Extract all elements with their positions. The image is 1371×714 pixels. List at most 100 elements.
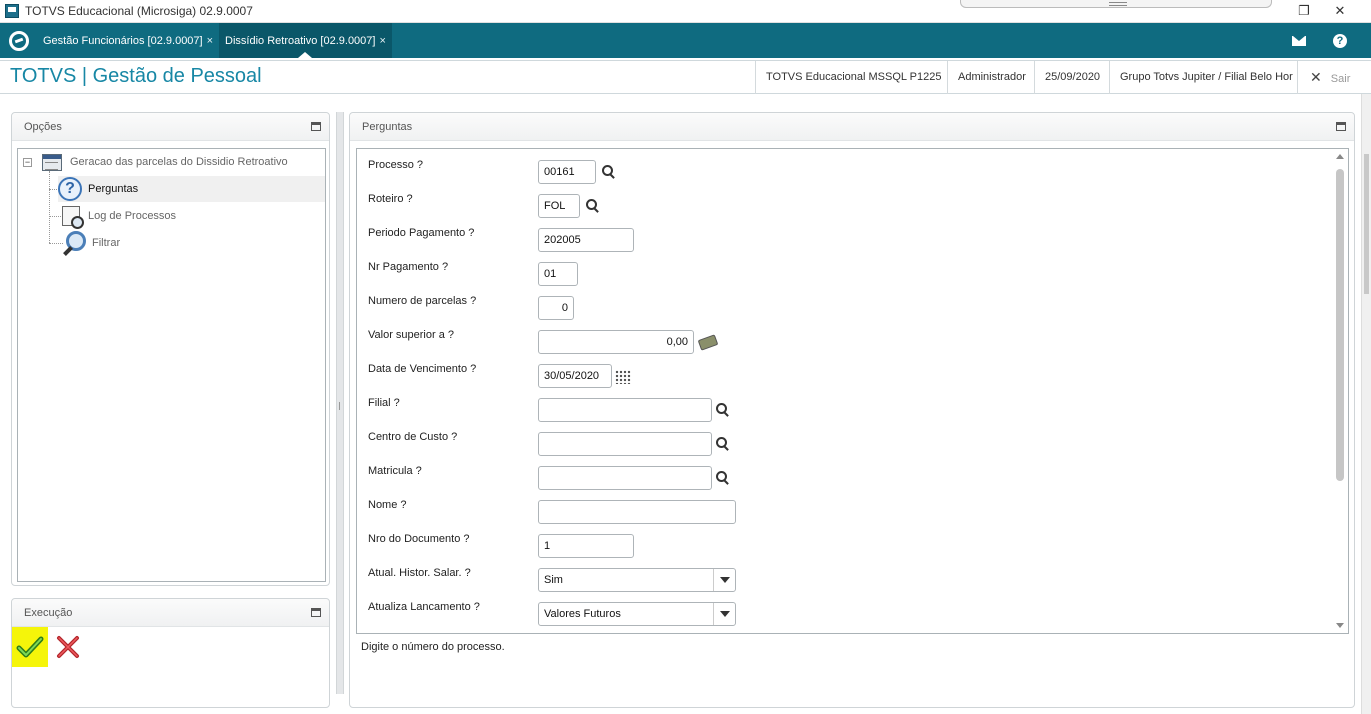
form-scrollbar[interactable] (1333, 150, 1347, 632)
checkmark-icon (16, 636, 44, 658)
tree-connector (49, 171, 50, 243)
tab-label: Dissídio Retroativo [02.9.0007] (225, 34, 376, 47)
user-label: Administrador (947, 61, 1036, 94)
field-label: Nome ? (368, 499, 407, 511)
chevron-down-icon[interactable] (713, 569, 735, 591)
search-icon[interactable] (716, 403, 730, 417)
form-icon (42, 153, 62, 171)
page-scroll-thumb[interactable] (1364, 154, 1369, 294)
log-icon (62, 206, 84, 229)
questions-panel-title: Perguntas (362, 121, 413, 133)
execution-panel-title: Execução (24, 607, 73, 619)
scroll-down-icon[interactable] (1336, 623, 1344, 628)
tree-item-label: Perguntas (88, 183, 139, 195)
field-label: Atualiza Lancamento ? (368, 601, 480, 613)
tree-item-label: Log de Processos (88, 210, 177, 222)
options-tree: − Geracao das parcelas do Dissidio Retro… (17, 148, 326, 582)
field-label: Processo ? (368, 159, 424, 171)
tree-root-label: Geracao das parcelas do Dissidio Retroat… (70, 156, 288, 168)
close-tab-icon[interactable]: × (207, 35, 213, 47)
cancel-x-icon (57, 636, 79, 658)
confirm-button[interactable] (12, 627, 48, 667)
minimize-panel-icon[interactable] (311, 608, 321, 617)
execution-panel: Execução (11, 598, 330, 708)
app-icon (5, 4, 19, 18)
window-titlebar: TOTVS Educacional (Microsiga) 02.9.0007 … (0, 0, 1371, 23)
close-tab-icon[interactable]: × (379, 35, 385, 47)
field-label: Nr Pagamento ? (368, 261, 449, 273)
centro-de-custo-input[interactable] (538, 432, 712, 456)
execution-panel-header: Execução (12, 599, 329, 627)
options-panel-header: Opções (12, 113, 329, 141)
tree-item-perguntas[interactable]: ? Perguntas (58, 176, 325, 202)
atual-histor-salar-select[interactable]: Sim (538, 568, 736, 592)
valor-superior-input[interactable]: 0,00 (538, 330, 694, 354)
numero-parcelas-input[interactable]: 0 (538, 296, 574, 320)
select-value: Valores Futuros (544, 608, 621, 620)
date-label: 25/09/2020 (1034, 61, 1110, 94)
periodo-pagamento-input[interactable]: 202005 (538, 228, 634, 252)
page-scrollbar[interactable] (1361, 94, 1371, 714)
scroll-thumb[interactable] (1336, 169, 1344, 481)
filial-input[interactable] (538, 398, 712, 422)
field-label: Filial ? (368, 397, 400, 409)
questions-form: Processo ? 00161 Roteiro ? FOL Periodo P… (356, 148, 1349, 634)
field-label: Atual. Histor. Salar. ? (368, 567, 471, 579)
panel-splitter[interactable] (336, 112, 344, 694)
data-vencimento-input[interactable]: 30/05/2020 (538, 364, 612, 388)
questions-panel-header: Perguntas (350, 113, 1354, 141)
field-label: Periodo Pagamento ? (368, 227, 475, 239)
tree-item-filtrar[interactable]: Filtrar (62, 230, 322, 256)
options-panel: Opções − Geracao das parcelas do Dissidi… (11, 112, 330, 586)
company-label: Grupo Totvs Jupiter / Filial Belo Hor (1109, 61, 1303, 94)
window-title: TOTVS Educacional (Microsiga) 02.9.0007 (25, 4, 253, 18)
cancel-button[interactable] (50, 627, 86, 667)
select-value: Sim (544, 574, 563, 586)
nome-input[interactable] (538, 500, 736, 524)
app-header: TOTVS | Gestão de Pessoal TOTVS Educacio… (0, 60, 1371, 94)
logout-button[interactable]: ✕ Sair (1297, 61, 1371, 94)
atualiza-lancamento-select[interactable]: Valores Futuros (538, 602, 736, 626)
field-label: Data de Vencimento ? (368, 363, 477, 375)
totvs-logo-icon[interactable] (9, 30, 29, 51)
calendar-icon[interactable] (615, 370, 631, 384)
close-window-icon[interactable]: ✕ (1318, 0, 1362, 23)
field-label: Matricula ? (368, 465, 422, 477)
tab-label: Gestão Funcionários [02.9.0007] (43, 34, 203, 47)
tab-dissidio-retroativo[interactable]: Dissídio Retroativo [02.9.0007] × (219, 23, 392, 58)
matricula-input[interactable] (538, 466, 712, 490)
roteiro-input[interactable]: FOL (538, 194, 580, 218)
tree-item-log-de-processos[interactable]: Log de Processos (62, 203, 322, 229)
scroll-up-icon[interactable] (1336, 154, 1344, 159)
minimize-panel-icon[interactable] (311, 122, 321, 131)
nr-pagamento-input[interactable]: 01 (538, 262, 578, 286)
logout-label: Sair (1330, 73, 1351, 85)
minimize-panel-icon[interactable] (1336, 122, 1346, 131)
search-icon[interactable] (716, 437, 730, 451)
field-label: Numero de parcelas ? (368, 295, 477, 307)
options-panel-title: Opções (24, 121, 62, 133)
question-icon: ? (58, 177, 82, 201)
environment-label: TOTVS Educacional MSSQL P1225 (755, 61, 951, 94)
tree-root-item[interactable]: Geracao das parcelas do Dissidio Retroat… (42, 149, 322, 175)
field-label: Centro de Custo ? (368, 431, 458, 443)
search-icon[interactable] (602, 165, 616, 179)
mail-button[interactable] (1292, 23, 1324, 58)
search-icon[interactable] (586, 199, 600, 213)
help-button[interactable]: ? (1333, 23, 1365, 58)
logout-icon: ✕ (1310, 69, 1322, 85)
mail-icon (1292, 35, 1306, 46)
field-label: Roteiro ? (368, 193, 413, 205)
resize-grip[interactable] (960, 0, 1272, 8)
tab-gestao-funcionarios[interactable]: Gestão Funcionários [02.9.0007] × (37, 23, 219, 58)
processo-input[interactable]: 00161 (538, 160, 596, 184)
field-hint: Digite o número do processo. (361, 641, 505, 653)
calculator-money-icon[interactable] (697, 334, 719, 351)
page-title: TOTVS | Gestão de Pessoal (10, 65, 262, 87)
tree-collapse-icon[interactable]: − (23, 158, 32, 167)
help-icon: ? (1333, 33, 1347, 48)
search-icon[interactable] (716, 471, 730, 485)
nro-documento-input[interactable]: 1 (538, 534, 634, 558)
field-label: Valor superior a ? (368, 329, 455, 341)
chevron-down-icon[interactable] (713, 603, 735, 625)
